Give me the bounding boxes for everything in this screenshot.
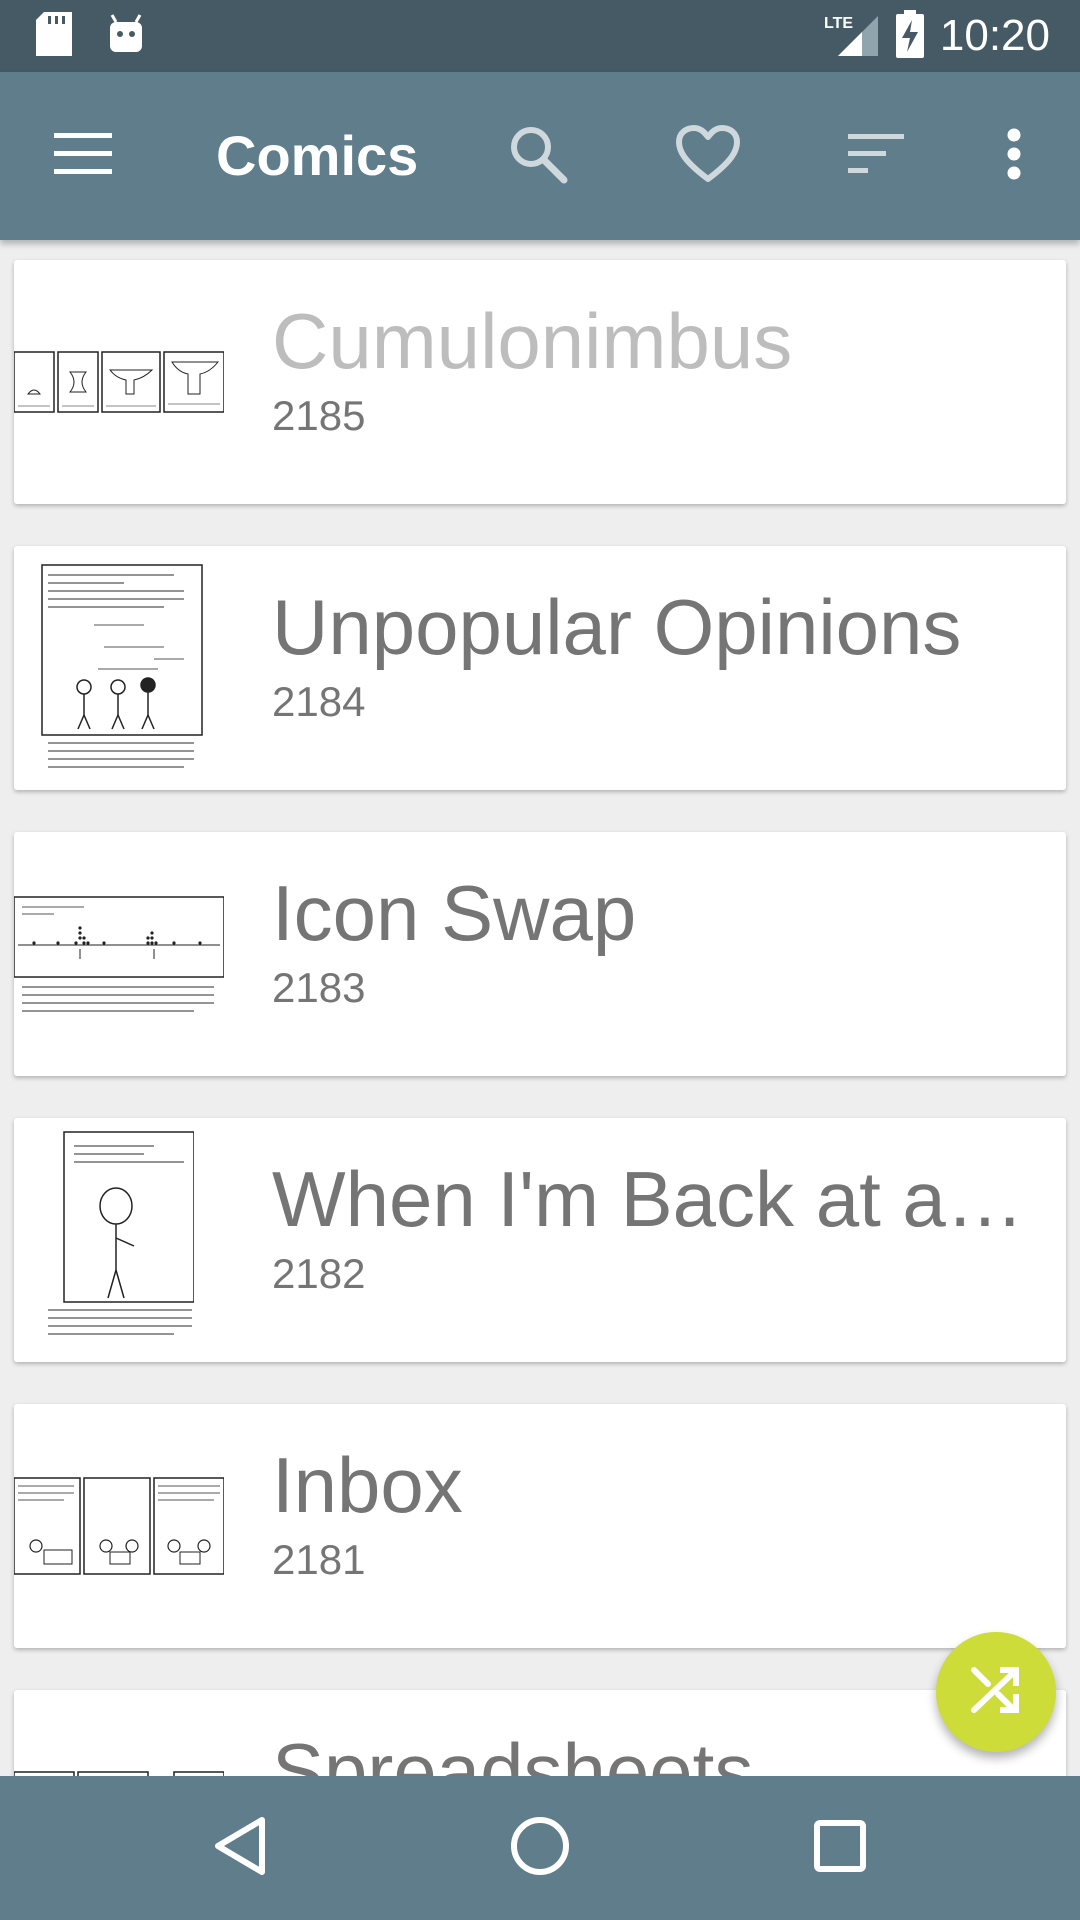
comic-number: 2183 — [272, 964, 366, 1011]
comic-card[interactable]: Inbox 2181 — [14, 1404, 1066, 1648]
home-button[interactable] — [460, 1776, 620, 1920]
heart-icon — [676, 124, 740, 188]
menu-icon — [54, 132, 114, 180]
home-icon — [510, 1816, 570, 1881]
search-icon — [508, 124, 568, 189]
comic-title: When I'm Back at a… — [272, 1155, 1024, 1243]
lte-signal-icon: LTE — [824, 10, 880, 63]
battery-charging-icon — [895, 9, 924, 63]
status-time: 10:20 — [939, 11, 1050, 60]
shuffle-icon — [970, 1666, 1022, 1719]
comic-card[interactable]: Icon Swap 2183 — [14, 832, 1066, 1076]
recents-icon — [814, 1819, 866, 1877]
menu-button[interactable] — [24, 72, 144, 240]
comic-card[interactable]: Spreadsheets — [14, 1690, 1066, 1776]
back-button[interactable] — [160, 1776, 320, 1920]
comic-list[interactable]: Cumulonimbus 2185 Unpopular Opinions 218… — [0, 240, 1080, 1776]
comic-title: Inbox — [272, 1441, 463, 1529]
sort-button[interactable] — [816, 72, 936, 240]
back-icon — [212, 1816, 268, 1881]
favorites-button[interactable] — [648, 72, 768, 240]
comic-number: 2184 — [272, 678, 366, 725]
android-icon — [108, 14, 144, 59]
navigation-bar — [0, 1776, 1080, 1920]
comic-title: Spreadsheets — [272, 1727, 754, 1776]
comic-title: Unpopular Opinions — [272, 583, 962, 671]
comic-title: Icon Swap — [272, 869, 637, 957]
comic-card[interactable]: Cumulonimbus 2185 — [14, 260, 1066, 504]
page-title: Comics — [216, 124, 419, 187]
comic-thumbnail — [14, 832, 224, 1076]
comic-thumbnail — [14, 1118, 224, 1362]
comic-card[interactable]: Unpopular Opinions 2184 — [14, 546, 1066, 790]
shuffle-button[interactable] — [936, 1632, 1056, 1752]
comic-title: Cumulonimbus — [272, 297, 793, 385]
sort-icon — [848, 133, 904, 179]
comic-number: 2185 — [272, 392, 366, 439]
status-bar: LTE 10:20 — [0, 0, 1080, 72]
search-button[interactable] — [478, 72, 598, 240]
comic-thumbnail — [14, 546, 224, 790]
network-type: LTE — [824, 15, 853, 32]
more-options-button[interactable] — [954, 72, 1074, 240]
comic-thumbnail — [14, 260, 224, 504]
comic-number: 2181 — [272, 1536, 366, 1583]
sd-card-icon — [36, 12, 72, 61]
comic-number: 2182 — [272, 1250, 366, 1297]
comic-thumbnail — [14, 1690, 224, 1776]
recents-button[interactable] — [760, 1776, 920, 1920]
app-bar: Comics — [0, 72, 1080, 240]
more-vert-icon — [1006, 128, 1022, 185]
comic-card[interactable]: When I'm Back at a… 2182 — [14, 1118, 1066, 1362]
comic-thumbnail — [14, 1404, 224, 1648]
